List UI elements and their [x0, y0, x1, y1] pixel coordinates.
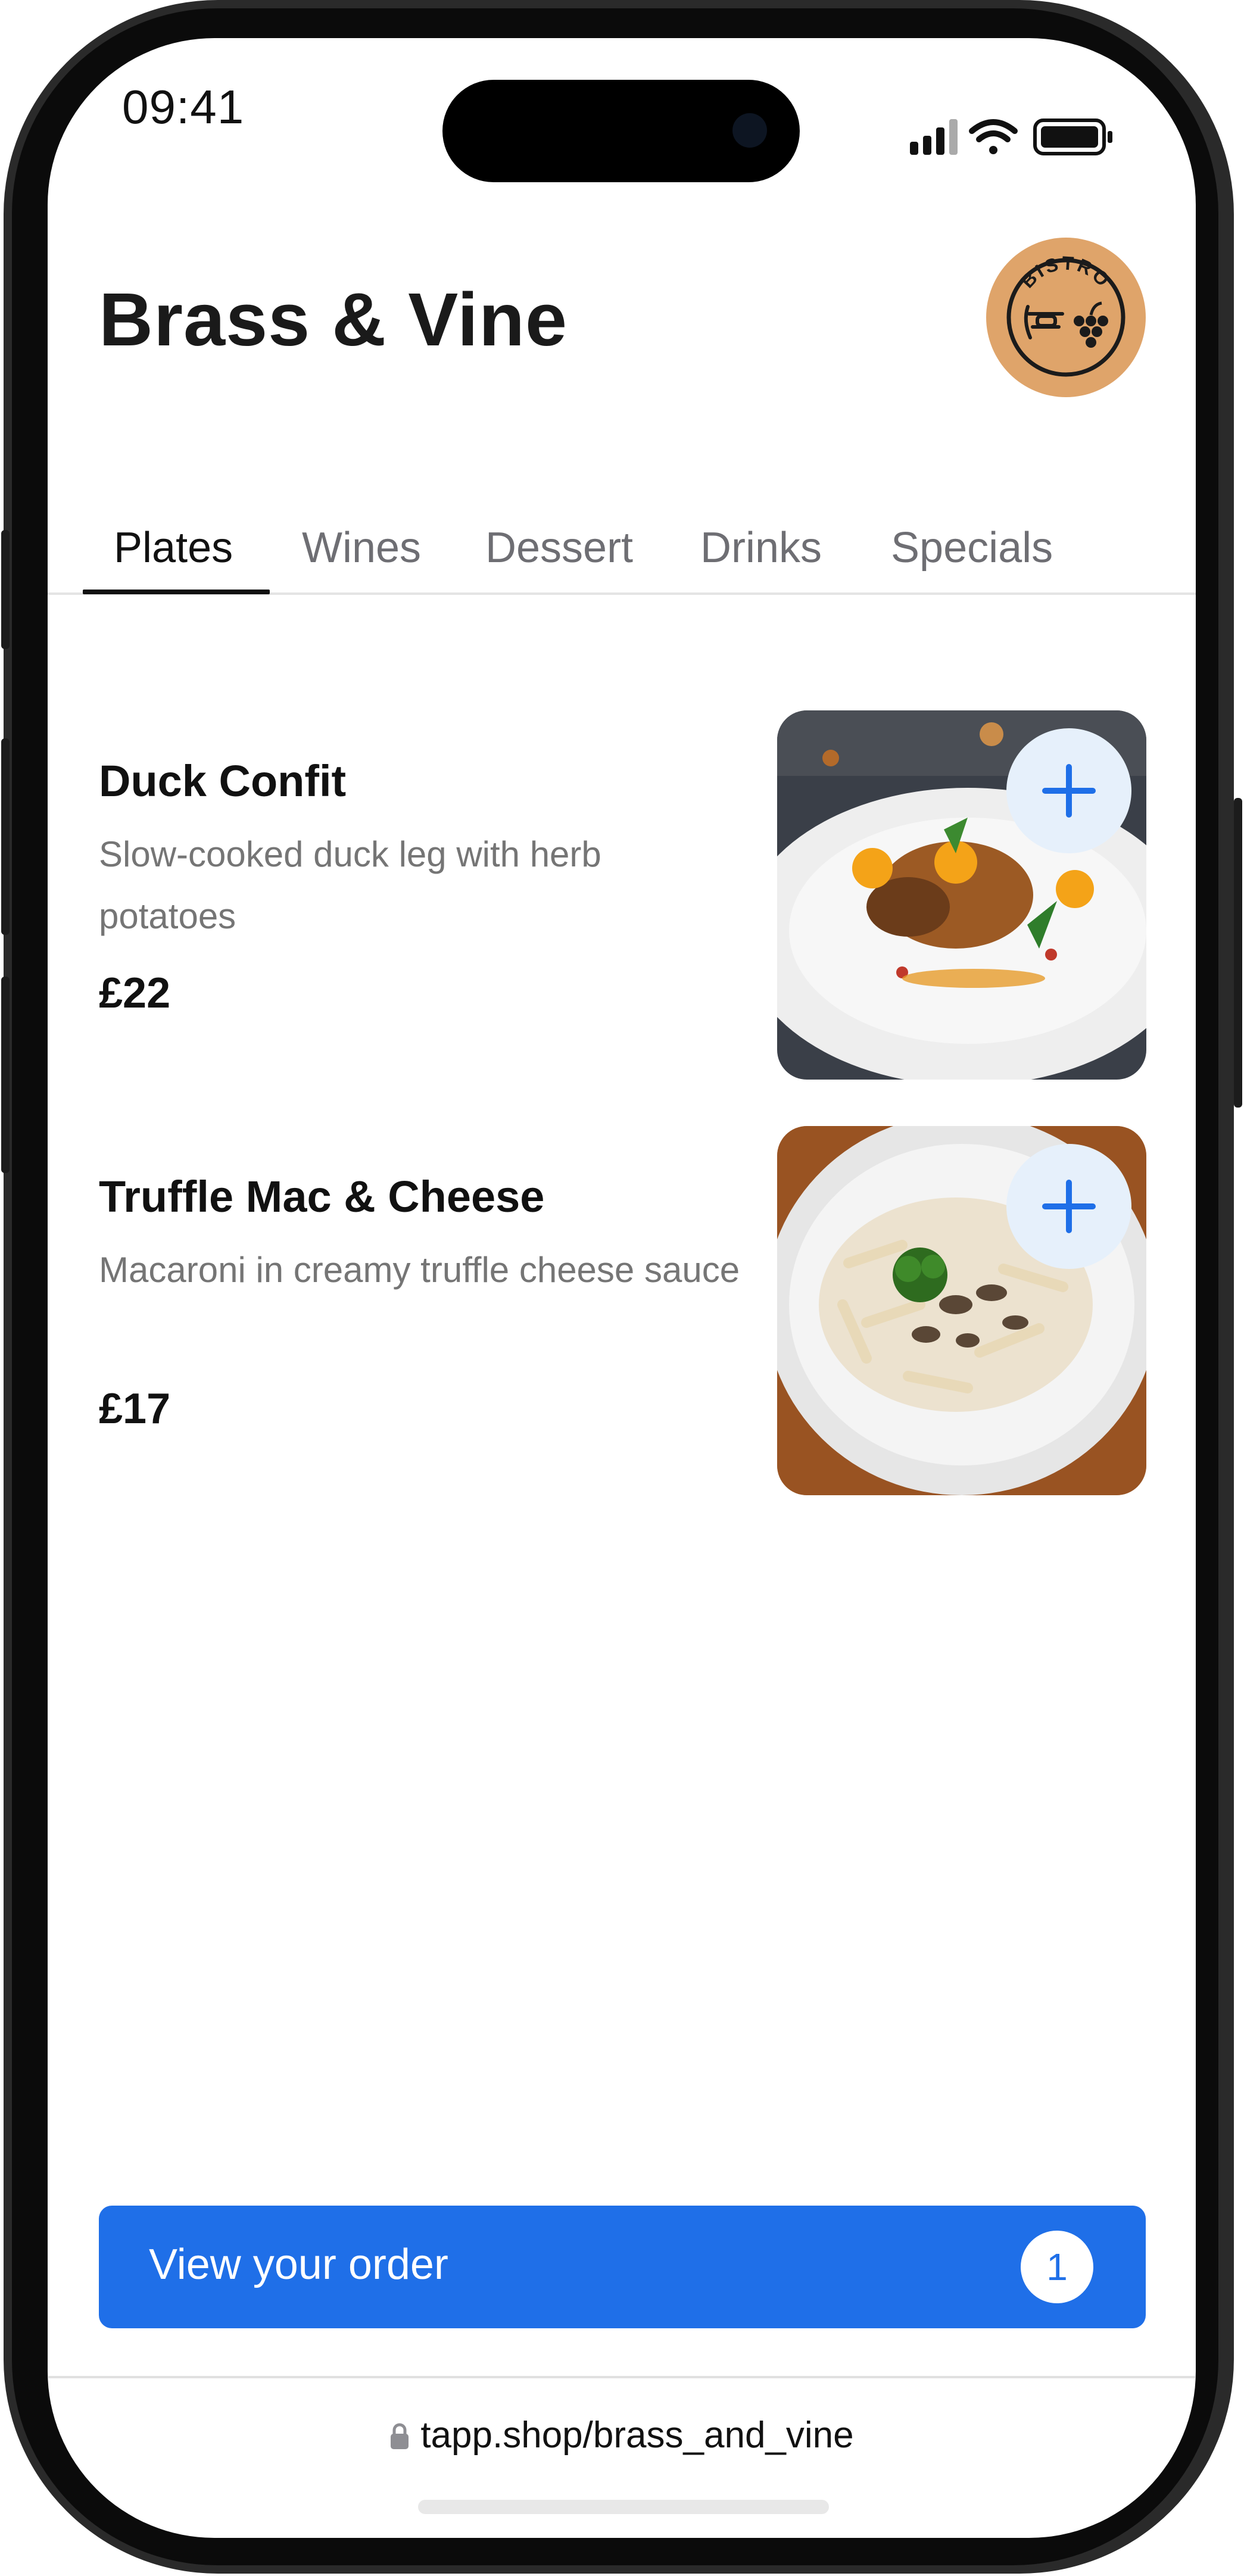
- url-bar[interactable]: tapp.shop/brass_and_vine: [48, 2414, 1196, 2459]
- home-indicator: [418, 2500, 829, 2514]
- item-description: Macaroni in creamy truffle cheese sauce: [99, 1250, 740, 1290]
- item-name: Truffle Mac & Cheese: [99, 1172, 545, 1221]
- lock-icon: [389, 2416, 410, 2459]
- url-bar-divider: [48, 2376, 1196, 2378]
- status-icons-svg: [910, 118, 1112, 155]
- tab-drinks[interactable]: Drinks: [700, 523, 822, 572]
- logo-badge[interactable]: BISTRO: [986, 238, 1146, 397]
- view-order-button[interactable]: View your order 1: [99, 2206, 1146, 2328]
- wifi-icon: [969, 119, 1018, 154]
- side-button-power: [1234, 798, 1242, 1108]
- side-button-volume-down: [1, 977, 10, 1173]
- active-tab-indicator: [83, 590, 270, 594]
- trumpet-icon: [1024, 305, 1064, 339]
- grapes-icon: [1074, 301, 1108, 348]
- view-order-label: View your order: [149, 2241, 448, 2288]
- camera-icon: [732, 113, 767, 148]
- plus-icon: [1042, 1180, 1096, 1233]
- category-tabs: Plates Wines Dessert Drinks Specials: [48, 523, 1196, 631]
- order-count-badge: 1: [1021, 2231, 1093, 2303]
- item-name: Duck Confit: [99, 756, 347, 806]
- status-icons: [910, 117, 1124, 161]
- status-time: 09:41: [122, 80, 245, 133]
- tab-dessert[interactable]: Dessert: [485, 523, 633, 572]
- menu-item[interactable]: Truffle Mac & Cheese Macaroni in creamy …: [48, 1088, 1196, 1495]
- side-button-mute: [1, 530, 10, 649]
- tab-specials[interactable]: Specials: [891, 523, 1053, 572]
- battery-icon: [1033, 118, 1112, 155]
- item-description: Slow-cooked duck leg with herb potatoes: [99, 834, 601, 936]
- url-text: tapp.shop/brass_and_vine: [420, 2415, 854, 2456]
- tab-plates[interactable]: Plates: [114, 523, 233, 572]
- signal-icon: [910, 119, 958, 155]
- logo-text: BISTRO: [1017, 252, 1115, 292]
- logo-svg: BISTRO: [1006, 252, 1125, 377]
- plus-icon: [1042, 764, 1096, 818]
- menu-item[interactable]: Duck Confit Slow-cooked duck leg with he…: [48, 672, 1196, 1080]
- item-price: £22: [99, 969, 171, 1017]
- restaurant-title: Brass & Vine: [99, 277, 568, 361]
- add-to-order-button[interactable]: [1006, 728, 1131, 853]
- item-price: £17: [99, 1385, 171, 1433]
- item-image-mac[interactable]: [777, 1126, 1146, 1495]
- screen: 09:41 Brass & Vine BISTRO Plates Wines D…: [48, 38, 1196, 2538]
- tab-wines[interactable]: Wines: [302, 523, 421, 572]
- add-to-order-button[interactable]: [1006, 1144, 1131, 1269]
- side-button-volume-up: [1, 738, 10, 935]
- item-image-duck[interactable]: [777, 710, 1146, 1080]
